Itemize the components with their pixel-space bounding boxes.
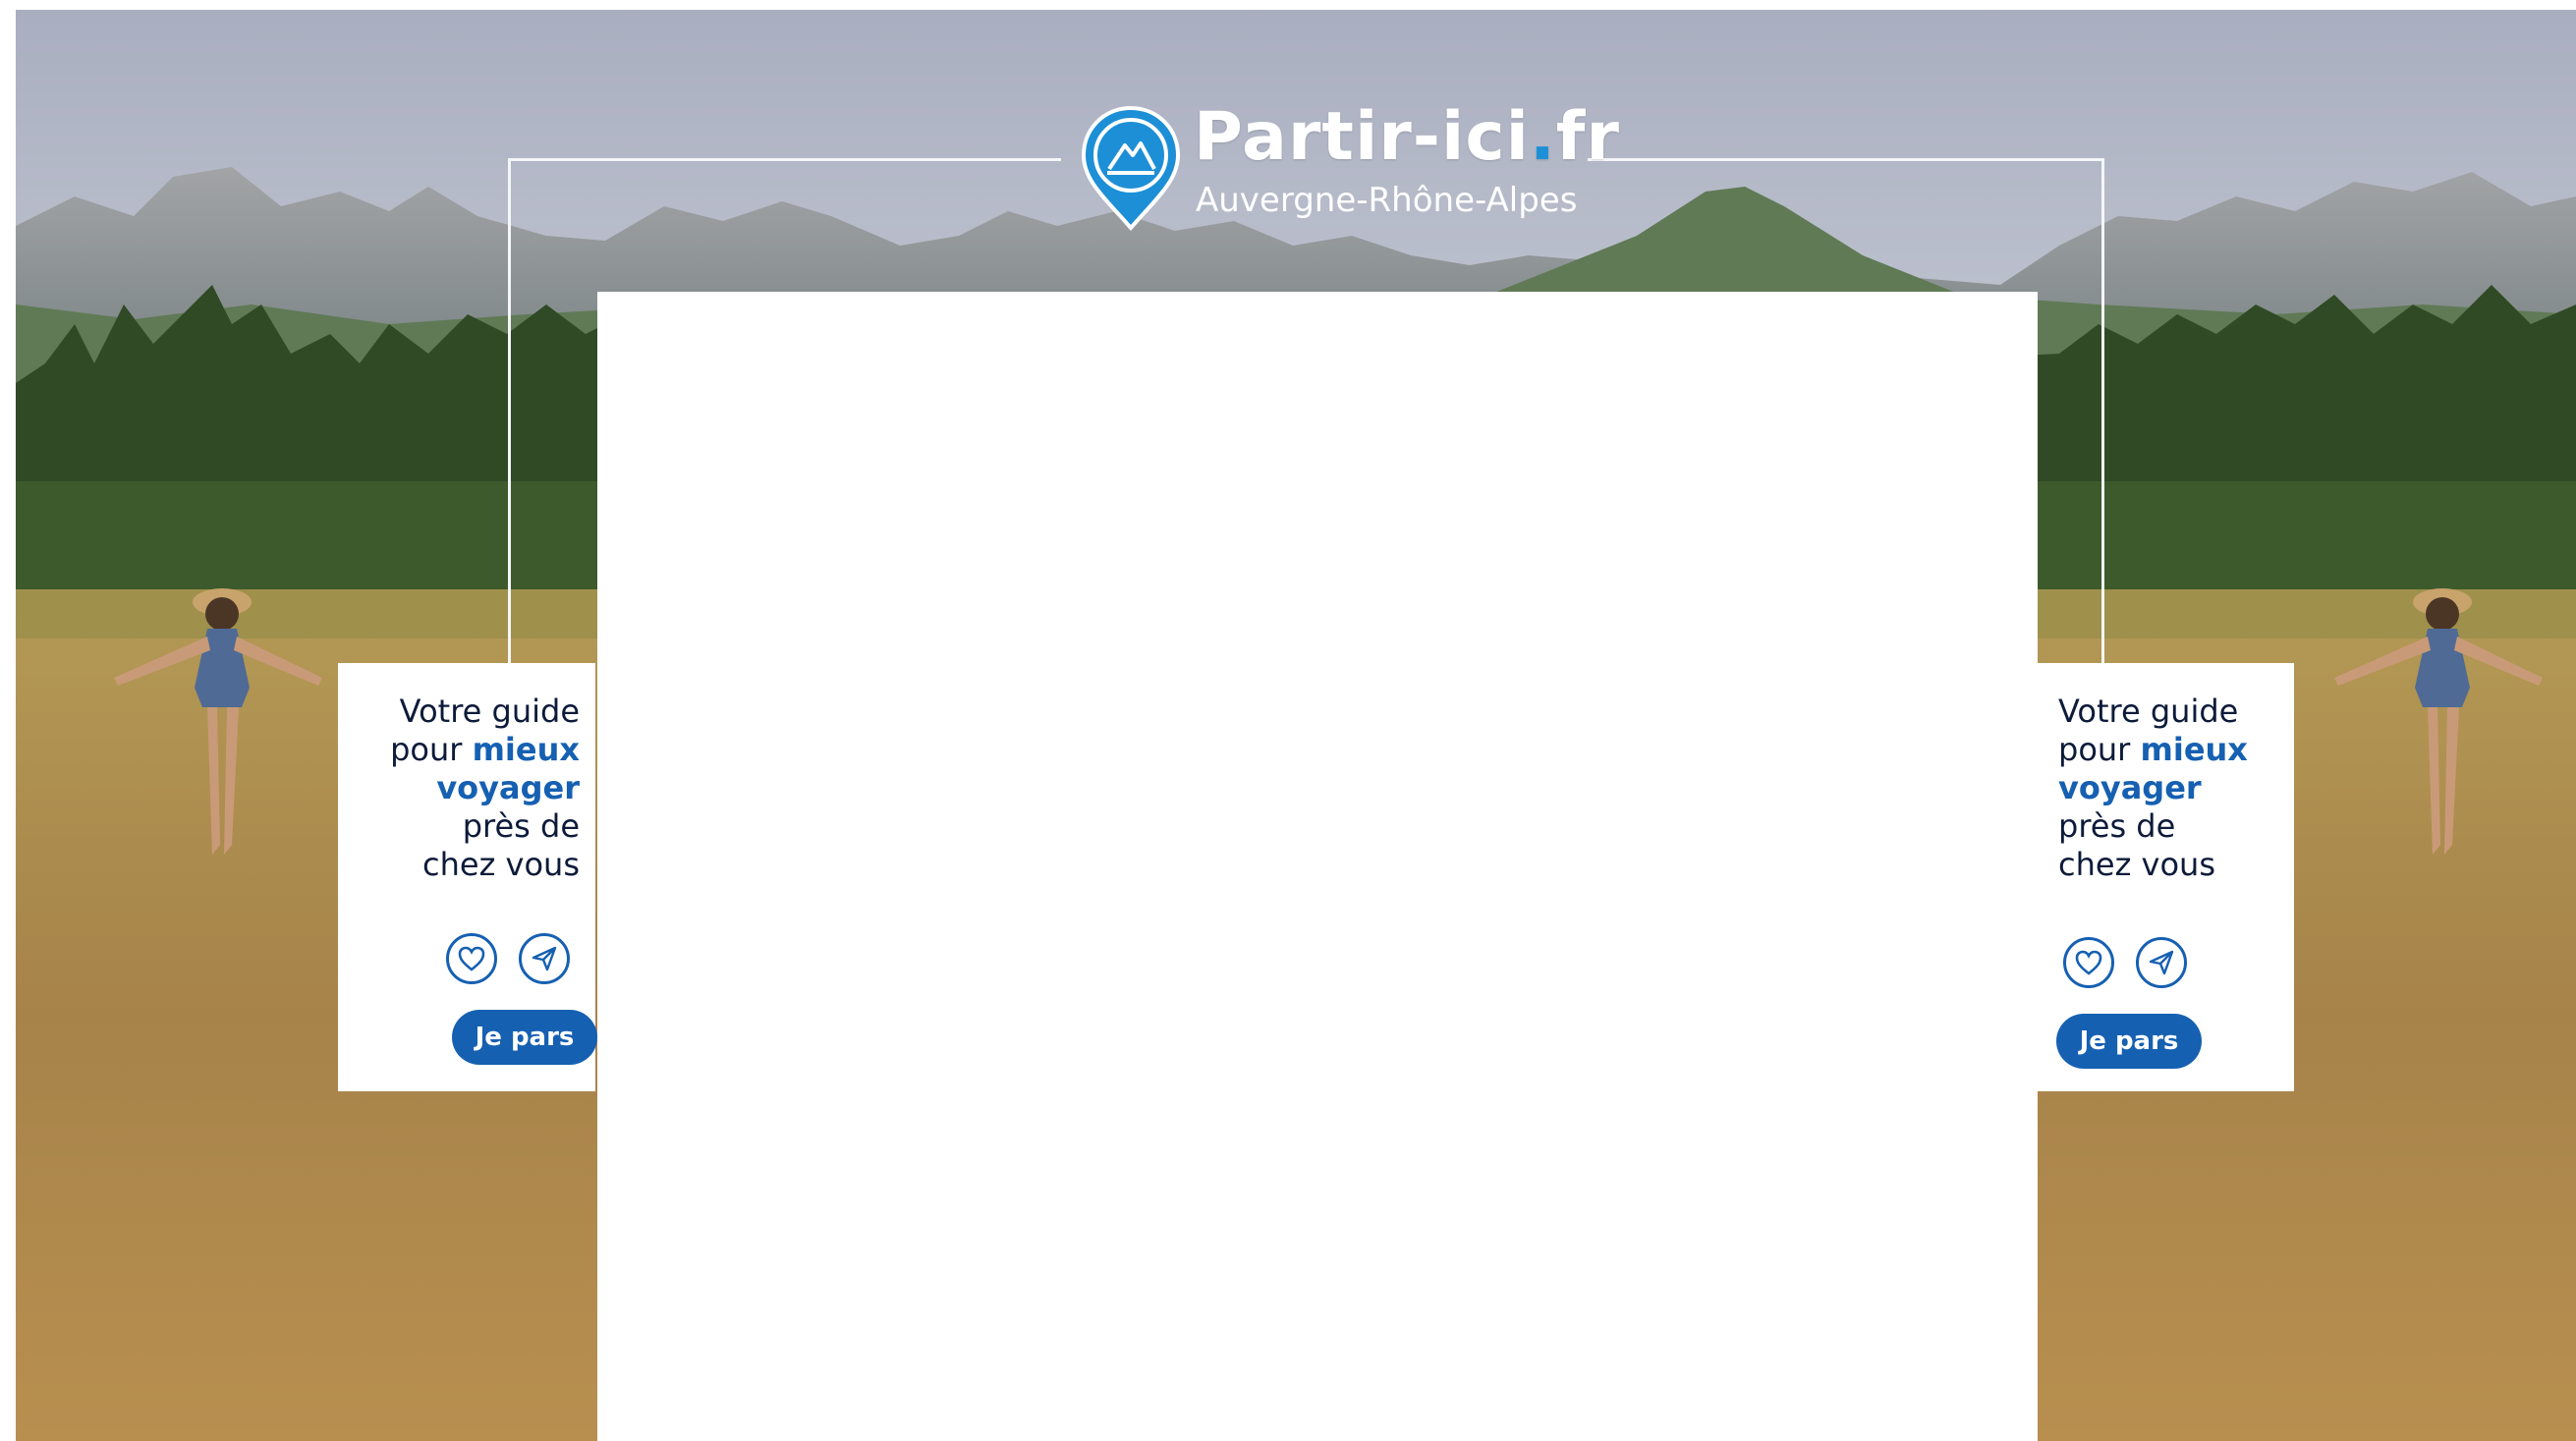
frame-line-top-left — [508, 158, 1061, 161]
frame-line-top-right — [1588, 158, 2104, 161]
brand-logo[interactable]: Partir-ici.fr Auvergne-Rhône-Alpes — [1080, 98, 1619, 242]
main-content-area — [597, 292, 2038, 1441]
send-icon — [2149, 950, 2174, 975]
tagline: Votre guide pour mieux voyager près de c… — [390, 693, 580, 883]
logo-region: Auvergne-Rhône-Alpes — [1196, 181, 1578, 220]
promo-card-right: Votre guide pour mieux voyager près de c… — [2037, 663, 2294, 1091]
favorite-button[interactable] — [446, 933, 497, 984]
share-button[interactable] — [519, 933, 570, 984]
share-button[interactable] — [2136, 937, 2187, 988]
heart-icon — [458, 946, 485, 971]
send-icon — [532, 946, 557, 971]
advertising-takeover: Partir-ici.fr Auvergne-Rhône-Alpes Votre… — [16, 10, 2576, 1441]
map-pin-mountain-icon — [1081, 105, 1181, 232]
logo-title: Partir-ici.fr — [1194, 98, 1620, 176]
promo-card-left: Votre guide pour mieux voyager près de c… — [338, 663, 597, 1091]
tagline: Votre guide pour mieux voyager près de c… — [2058, 693, 2248, 883]
je-pars-button[interactable]: Je pars — [452, 1010, 597, 1065]
heart-icon — [2075, 950, 2102, 975]
favorite-button[interactable] — [2063, 937, 2114, 988]
frame-line-left — [508, 158, 511, 669]
je-pars-button[interactable]: Je pars — [2056, 1014, 2202, 1069]
frame-line-right — [2101, 158, 2104, 669]
